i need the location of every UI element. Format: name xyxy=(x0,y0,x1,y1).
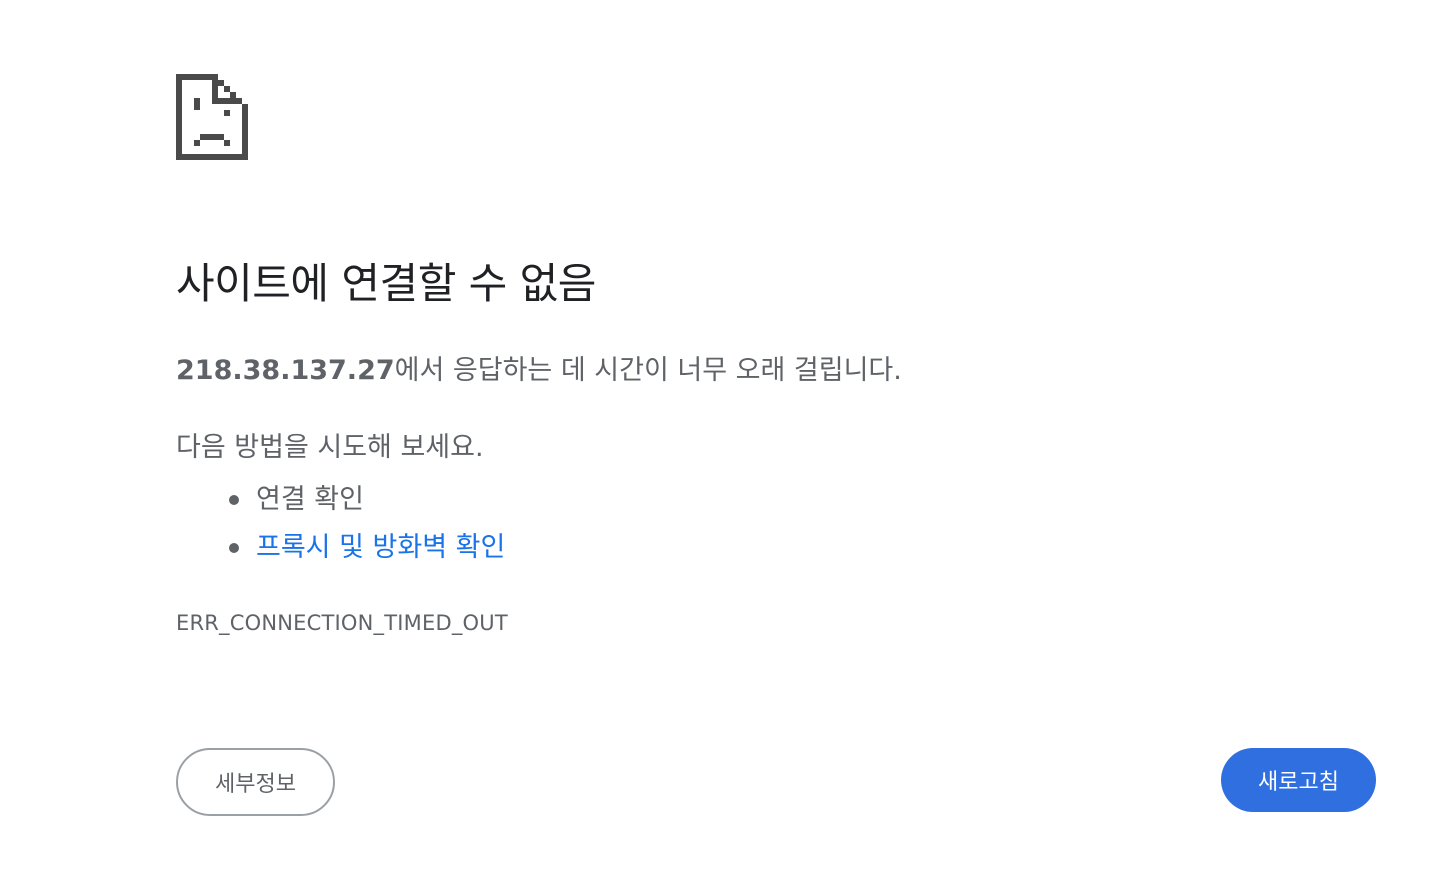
bullet-dot xyxy=(229,543,239,553)
error-summary: 218.38.137.27에서 응답하는 데 시간이 너무 오래 걸립니다. xyxy=(176,352,902,390)
suggestions-list: 연결 확인 프록시 및 방화벽 확인 xyxy=(176,476,505,572)
suggestion-label: 연결 확인 xyxy=(256,484,364,515)
details-button[interactable]: 세부정보 xyxy=(176,748,335,816)
page-title: 사이트에 연결할 수 없음 xyxy=(176,259,596,308)
host-address: 218.38.137.27 xyxy=(176,355,395,386)
bullet-dot xyxy=(229,495,239,505)
suggestions-heading: 다음 방법을 시도해 보세요. xyxy=(176,432,484,463)
summary-message: 에서 응답하는 데 시간이 너무 오래 걸립니다. xyxy=(394,355,902,386)
suggestion-check-proxy-firewall: 프록시 및 방화벽 확인 xyxy=(176,524,505,572)
reload-button[interactable]: 새로고침 xyxy=(1221,748,1376,812)
suggestion-check-connection: 연결 확인 xyxy=(176,476,505,524)
proxy-firewall-link[interactable]: 프록시 및 방화벽 확인 xyxy=(256,532,505,563)
sad-document-icon xyxy=(176,74,248,160)
error-code: ERR_CONNECTION_TIMED_OUT xyxy=(176,611,508,635)
